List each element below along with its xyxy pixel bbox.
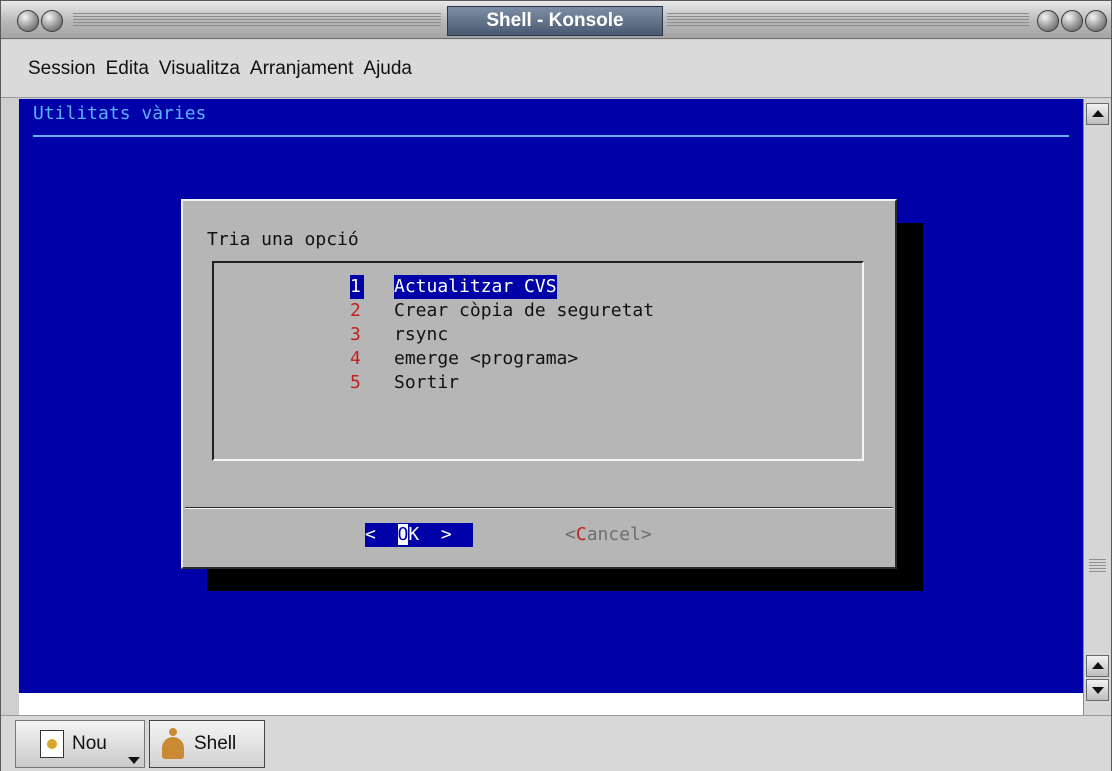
ok-before: <	[365, 524, 398, 545]
dialog-separator	[185, 507, 893, 509]
maximize-icon[interactable]	[1061, 10, 1083, 32]
session-tab-label: Shell	[194, 733, 237, 754]
terminal-view[interactable]: Utilitats vàries Tria una opció 1 Actuali…	[19, 99, 1083, 693]
minimize-icon[interactable]	[1037, 10, 1059, 32]
option-label: Crear còpia de seguretat	[394, 300, 655, 321]
scroll-up-button-lower[interactable]	[1086, 655, 1109, 677]
title-left-buttons	[17, 10, 63, 32]
window-title: Shell - Konsole	[447, 6, 663, 36]
new-session-icon	[40, 730, 64, 758]
option-number: 1	[350, 275, 364, 299]
menu-option-2[interactable]: 2 Crear còpia de seguretat	[350, 299, 654, 323]
window-menu-icon[interactable]	[17, 10, 39, 32]
title-bar[interactable]: Shell - Konsole	[1, 1, 1111, 39]
scroll-up-button[interactable]	[1086, 103, 1109, 125]
option-number: 4	[350, 348, 361, 369]
terminal-bottom-margin	[19, 693, 1083, 715]
scroll-grip-icon[interactable]	[1089, 559, 1106, 573]
arrow-up-icon	[1092, 662, 1104, 669]
session-tab-shell[interactable]: Shell	[149, 720, 265, 768]
menu-bar: Session Edita Visualitza Arranjament Aju…	[1, 40, 1111, 98]
option-label: Sortir	[394, 372, 460, 393]
menu-ajuda[interactable]: Ajuda	[362, 56, 413, 82]
option-number: 2	[350, 300, 361, 321]
session-tab-bar: Nou Shell	[1, 715, 1111, 771]
menu-dialog: Tria una opció 1 Actualitzar CVS 2 Crear c…	[181, 199, 897, 569]
sticky-icon[interactable]	[41, 10, 63, 32]
dialog-prompt: Tria una opció	[207, 229, 359, 250]
cancel-after: ancel>	[586, 524, 652, 545]
option-number: 5	[350, 372, 361, 393]
ok-after: K >	[408, 524, 452, 545]
backtitle-rule	[33, 135, 1069, 137]
dropdown-arrow-icon[interactable]	[128, 757, 140, 764]
new-session-label: Nou	[72, 733, 107, 754]
menu-session[interactable]: Session	[27, 56, 97, 82]
cancel-before: <	[565, 524, 576, 545]
options-list: 1 Actualitzar CVS 2 Crear còpia de seguret…	[212, 261, 864, 461]
option-label: emerge <programa>	[394, 348, 579, 369]
ok-hotkey: O	[397, 524, 409, 545]
title-grip-right	[667, 13, 1029, 27]
menu-option-3[interactable]: 3 rsync	[350, 323, 654, 347]
menu-option-1[interactable]: 1 Actualitzar CVS	[350, 275, 654, 299]
option-label: Actualitzar CVS	[394, 275, 557, 299]
arrow-down-icon	[1092, 687, 1104, 694]
option-number: 3	[350, 324, 361, 345]
ok-button[interactable]: < OK >	[365, 523, 473, 547]
close-icon[interactable]	[1085, 10, 1107, 32]
shell-icon	[160, 727, 186, 761]
title-grip-left	[73, 13, 441, 27]
new-session-button[interactable]: Nou	[15, 720, 145, 768]
cancel-hotkey: C	[575, 524, 587, 545]
menu-option-5[interactable]: 5 Sortir	[350, 371, 654, 395]
menu-edita[interactable]: Edita	[105, 56, 150, 82]
title-right-buttons	[1037, 10, 1107, 32]
cancel-button[interactable]: <Cancel>	[565, 523, 652, 547]
vertical-scrollbar[interactable]	[1083, 99, 1111, 715]
menu-option-4[interactable]: 4 emerge <programa>	[350, 347, 654, 371]
menu-visualitza[interactable]: Visualitza	[158, 56, 241, 82]
backtitle: Utilitats vàries	[33, 103, 207, 124]
option-label: rsync	[394, 324, 449, 345]
arrow-up-icon	[1092, 110, 1104, 117]
scroll-down-button[interactable]	[1086, 679, 1109, 701]
konsole-window: Shell - Konsole Session Edita Visualitza…	[0, 0, 1112, 771]
menu-arranjament[interactable]: Arranjament	[249, 56, 355, 82]
